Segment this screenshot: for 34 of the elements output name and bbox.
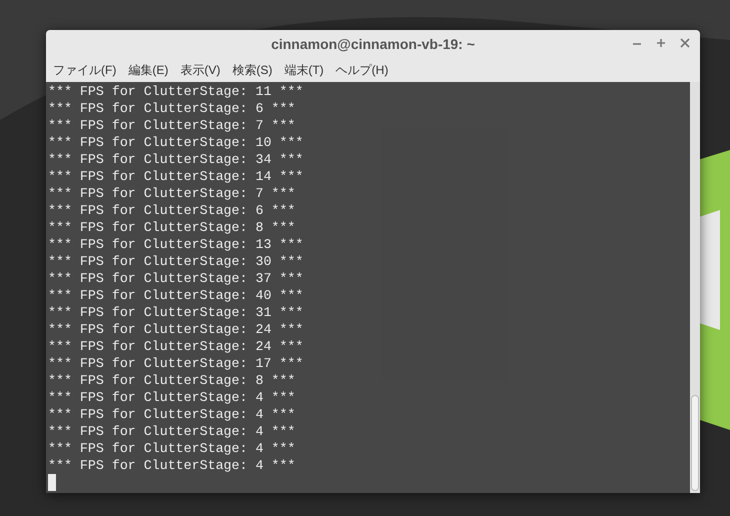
terminal-line: *** FPS for ClutterStage: 37 *** bbox=[48, 270, 304, 287]
terminal-line: *** FPS for ClutterStage: 8 *** bbox=[48, 219, 296, 236]
terminal-line: *** FPS for ClutterStage: 24 *** bbox=[48, 338, 304, 355]
menu-item[interactable]: 端末(T) bbox=[284, 61, 324, 79]
menu-item[interactable]: 表示(V) bbox=[180, 61, 220, 79]
terminal-line: *** FPS for ClutterStage: 24 *** bbox=[48, 321, 304, 338]
terminal-line: *** FPS for ClutterStage: 34 *** bbox=[48, 151, 304, 168]
menu-item[interactable]: 検索(S) bbox=[232, 61, 272, 79]
menu-item[interactable]: ヘルプ(H) bbox=[336, 61, 388, 79]
terminal-line: *** FPS for ClutterStage: 4 *** bbox=[48, 457, 296, 474]
terminal-line: *** FPS for ClutterStage: 30 *** bbox=[48, 253, 304, 270]
terminal-line: *** FPS for ClutterStage: 10 *** bbox=[48, 134, 304, 151]
terminal-line: *** FPS for ClutterStage: 7 *** bbox=[48, 185, 296, 202]
terminal-line: *** FPS for ClutterStage: 14 *** bbox=[48, 168, 304, 185]
terminal-cursor bbox=[48, 474, 56, 491]
terminal-line: *** FPS for ClutterStage: 17 *** bbox=[48, 355, 304, 372]
terminal-line: *** FPS for ClutterStage: 6 *** bbox=[48, 100, 296, 117]
close-icon[interactable] bbox=[680, 38, 690, 48]
maximize-icon[interactable] bbox=[656, 38, 666, 48]
terminal-line: *** FPS for ClutterStage: 11 *** bbox=[48, 83, 304, 100]
terminal-line: *** FPS for ClutterStage: 7 *** bbox=[48, 117, 296, 134]
terminal-line: *** FPS for ClutterStage: 31 *** bbox=[48, 304, 304, 321]
window-title: cinnamon@cinnamon-vb-19: ~ bbox=[271, 34, 475, 54]
menu-item[interactable]: ファイル(F) bbox=[53, 61, 116, 79]
terminal-line: *** FPS for ClutterStage: 4 *** bbox=[48, 440, 296, 457]
terminal-line: *** FPS for ClutterStage: 6 *** bbox=[48, 202, 296, 219]
terminal-line: *** FPS for ClutterStage: 4 *** bbox=[48, 389, 296, 406]
terminal-line: *** FPS for ClutterStage: 8 *** bbox=[48, 372, 296, 389]
terminal-line: *** FPS for ClutterStage: 40 *** bbox=[48, 287, 304, 304]
scrollbar-thumb[interactable] bbox=[691, 395, 699, 491]
terminal-line: *** FPS for ClutterStage: 4 *** bbox=[48, 423, 296, 440]
terminal-line: *** FPS for ClutterStage: 13 *** bbox=[48, 236, 304, 253]
terminal-line: *** FPS for ClutterStage: 4 *** bbox=[48, 406, 296, 423]
menu-item[interactable]: 編集(E) bbox=[128, 61, 168, 79]
